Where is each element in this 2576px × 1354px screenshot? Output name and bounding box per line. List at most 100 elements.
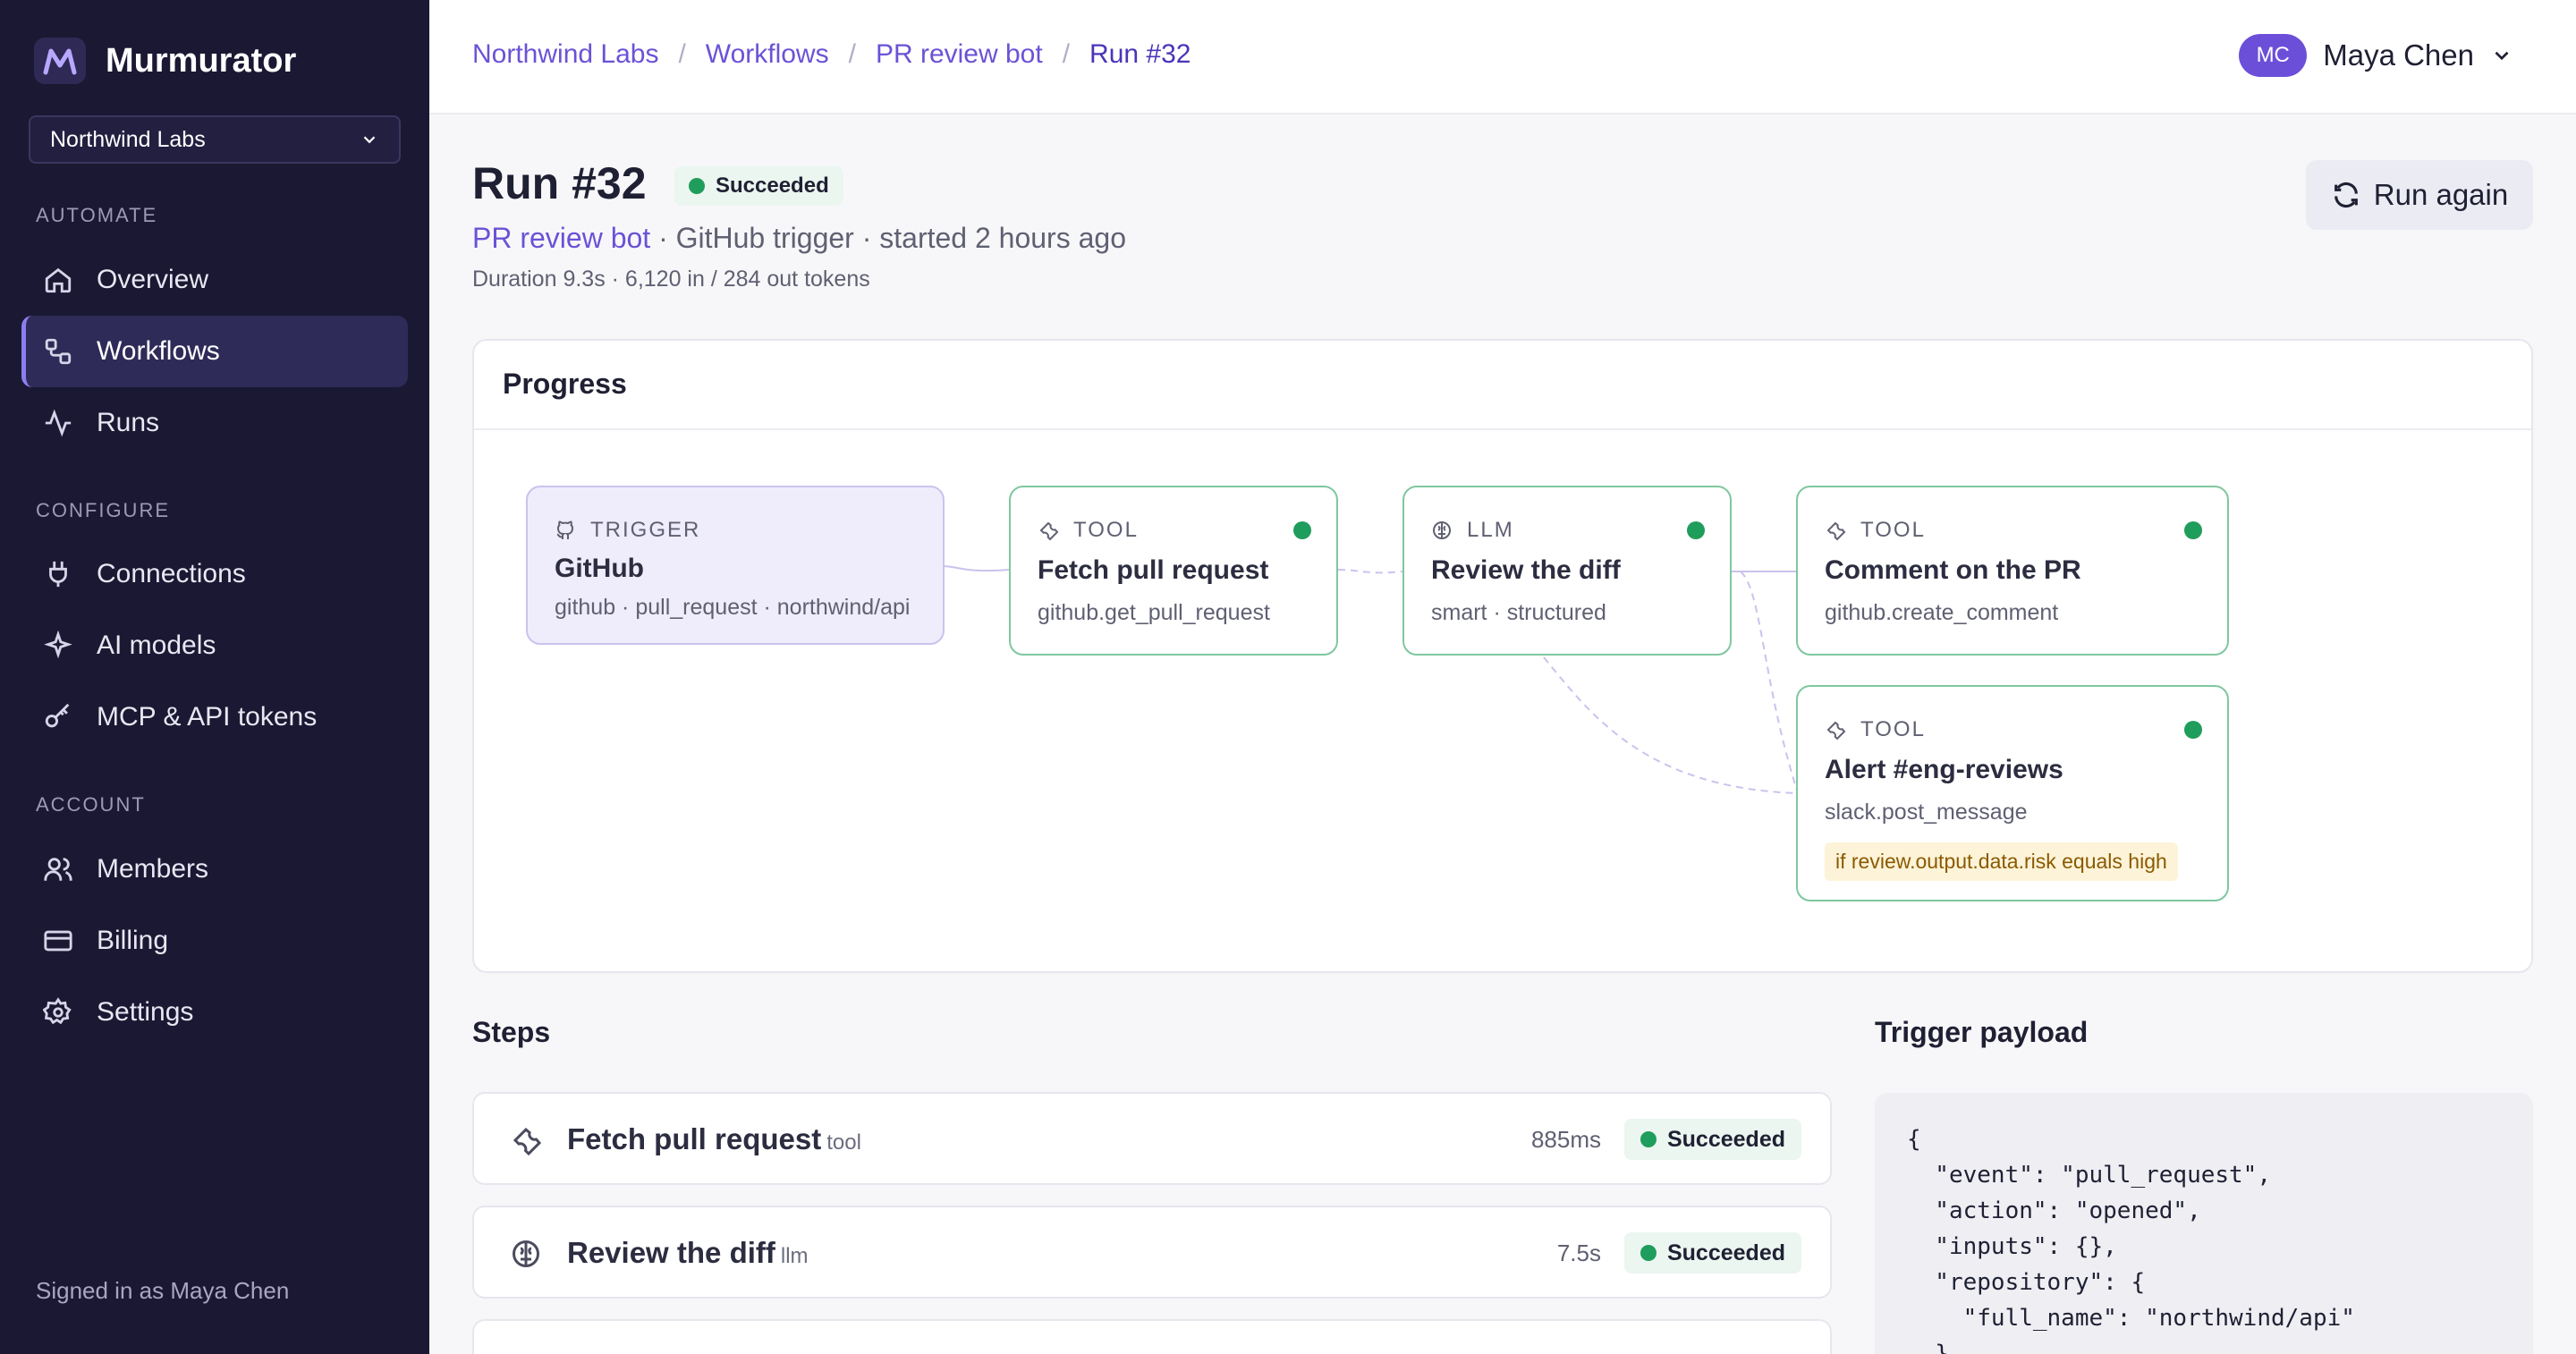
status-badge: Succeeded — [1623, 1119, 1801, 1160]
sidebar-item-label: Connections — [97, 559, 246, 588]
step-duration: 7.5s — [1556, 1240, 1601, 1266]
sidebar-item-connections[interactable]: Connections — [21, 538, 408, 610]
run-subtitle-rest: · GitHub trigger · started 2 hours ago — [650, 222, 1126, 254]
status-text: Succeeded — [1666, 1240, 1785, 1265]
key-icon — [45, 703, 70, 728]
node-status-dot — [1293, 521, 1311, 539]
breadcrumb: Northwind Labs / Workflows / PR review b… — [472, 39, 1191, 70]
node-status-dot — [2184, 521, 2202, 539]
sidebar-item-label: Overview — [97, 265, 209, 294]
sidebar-item-label: Settings — [97, 997, 194, 1027]
status-dot — [1640, 1245, 1657, 1261]
flow-node-review-diff[interactable]: LLM Review the diff smart · structured — [1402, 486, 1732, 656]
brain-icon — [513, 1240, 539, 1267]
flow-node-trigger[interactable]: TRIGGER GitHub github · pull_request · n… — [526, 486, 945, 645]
node-name: Fetch pull request — [1038, 555, 1269, 585]
refresh-icon — [2334, 182, 2358, 208]
progress-card: Progress TRIGGER GitHub github · pull_re… — [472, 339, 2533, 973]
sidebar-item-runs[interactable]: Runs — [21, 387, 408, 459]
user-name: Maya Chen — [2323, 38, 2474, 72]
users-icon — [44, 858, 72, 881]
node-kind: TOOL — [1038, 518, 1139, 543]
wrench-icon — [1826, 721, 1846, 740]
breadcrumb-separator: / — [678, 39, 686, 69]
murmurator-logo-icon — [34, 38, 86, 84]
breadcrumb-workflows[interactable]: Workflows — [706, 39, 829, 70]
step-name: Review the diff — [567, 1236, 775, 1269]
node-kind: TOOL — [1825, 518, 1926, 543]
node-kind-label: TOOL — [1860, 717, 1926, 741]
sidebar-item-ai-models[interactable]: AI models — [21, 610, 408, 681]
node-kind: TOOL — [1825, 717, 1926, 742]
sidebar-item-mcp-api-tokens[interactable]: MCP & API tokens — [21, 681, 408, 753]
wrench-icon — [513, 1127, 542, 1156]
node-kind-label: LLM — [1467, 518, 1514, 542]
payload-title: Trigger payload — [1875, 1016, 2089, 1048]
node-sub: smart · structured — [1431, 600, 1606, 625]
sidebar-item-billing[interactable]: Billing — [21, 905, 408, 977]
credit-card-icon — [44, 930, 72, 952]
step-row[interactable]: Fetch pull request tool 885ms Succeeded — [472, 1092, 1832, 1185]
sidebar-item-label: Members — [97, 854, 209, 884]
run-subtitle: PR review bot · GitHub trigger · started… — [472, 222, 1126, 255]
org-switcher[interactable]: Northwind Labs — [29, 115, 401, 164]
step-row[interactable]: Review the diff llm 7.5s Succeeded — [472, 1206, 1832, 1299]
user-menu[interactable]: MC Maya Chen — [2239, 34, 2513, 77]
flow-node-comment-pr[interactable]: TOOL Comment on the PR github.create_com… — [1796, 486, 2229, 656]
app-name: Murmurator — [106, 41, 297, 80]
brain-icon — [1433, 521, 1451, 539]
signed-in-text: Signed in as Maya Chen — [36, 1277, 290, 1304]
sidebar-item-label: MCP & API tokens — [97, 702, 318, 732]
home-icon — [45, 267, 72, 293]
node-sub: github.get_pull_request — [1038, 600, 1270, 625]
node-name: Comment on the PR — [1825, 555, 2081, 585]
node-status-dot — [2184, 721, 2202, 739]
node-kind-label: TOOL — [1073, 518, 1139, 542]
sidebar-item-settings[interactable]: Settings — [21, 977, 408, 1048]
steps-title: Steps — [472, 1016, 551, 1048]
brand[interactable]: Murmurator — [34, 38, 296, 84]
breadcrumb-separator: / — [1062, 39, 1071, 69]
node-name: Review the diff — [1431, 555, 1621, 585]
step-row[interactable] — [472, 1319, 1832, 1354]
step-name-wrap: Fetch pull request tool — [567, 1122, 861, 1156]
breadcrumb-workflow[interactable]: PR review bot — [876, 39, 1043, 70]
sidebar-item-workflows[interactable]: Workflows — [21, 316, 408, 387]
node-status-dot — [1687, 521, 1705, 539]
org-switcher-label: Northwind Labs — [50, 126, 206, 152]
sparkle-icon — [44, 630, 72, 659]
node-kind-label: TOOL — [1860, 518, 1926, 542]
status-dot — [689, 178, 705, 194]
sidebar: Murmurator Northwind Labs AUTOMATE Overv… — [0, 0, 429, 1354]
flow-node-fetch-pr[interactable]: TOOL Fetch pull request github.get_pull_… — [1009, 486, 1338, 656]
wrench-icon — [1039, 521, 1059, 541]
breadcrumb-org[interactable]: Northwind Labs — [472, 39, 658, 70]
workflow-link[interactable]: PR review bot — [472, 222, 650, 254]
node-name: Alert #eng-reviews — [1825, 755, 2063, 784]
trigger-payload-code: { "event": "pull_request", "action": "op… — [1875, 1093, 2533, 1354]
node-kind-label: TRIGGER — [590, 518, 701, 542]
sidebar-item-members[interactable]: Members — [21, 834, 408, 905]
step-name-wrap: Review the diff llm — [567, 1236, 809, 1270]
chevron-down-icon — [2495, 51, 2509, 61]
node-name: GitHub — [555, 554, 644, 583]
section-label-account: ACCOUNT — [36, 793, 146, 816]
breadcrumb-current[interactable]: Run #32 — [1089, 39, 1191, 70]
sidebar-item-label: Billing — [97, 926, 169, 955]
sidebar-item-label: Workflows — [97, 336, 220, 366]
status-badge: Succeeded — [674, 166, 843, 206]
sidebar-item-overview[interactable]: Overview — [21, 244, 408, 316]
status-dot — [1640, 1131, 1657, 1147]
status-badge: Succeeded — [1623, 1232, 1801, 1274]
sidebar-item-label: Runs — [97, 408, 160, 437]
run-again-button[interactable]: Run again — [2306, 160, 2533, 230]
activity-icon — [45, 409, 72, 437]
github-icon — [556, 520, 574, 539]
status-text: Succeeded — [716, 173, 829, 198]
node-kind: LLM — [1431, 518, 1514, 543]
workflow-icon — [45, 338, 72, 365]
flow-node-alert-eng-reviews[interactable]: TOOL Alert #eng-reviews slack.post_messa… — [1796, 685, 2229, 901]
sidebar-item-label: AI models — [97, 630, 216, 660]
run-meta: Duration 9.3s · 6,120 in / 284 out token… — [472, 267, 870, 292]
plug-icon — [49, 561, 67, 588]
